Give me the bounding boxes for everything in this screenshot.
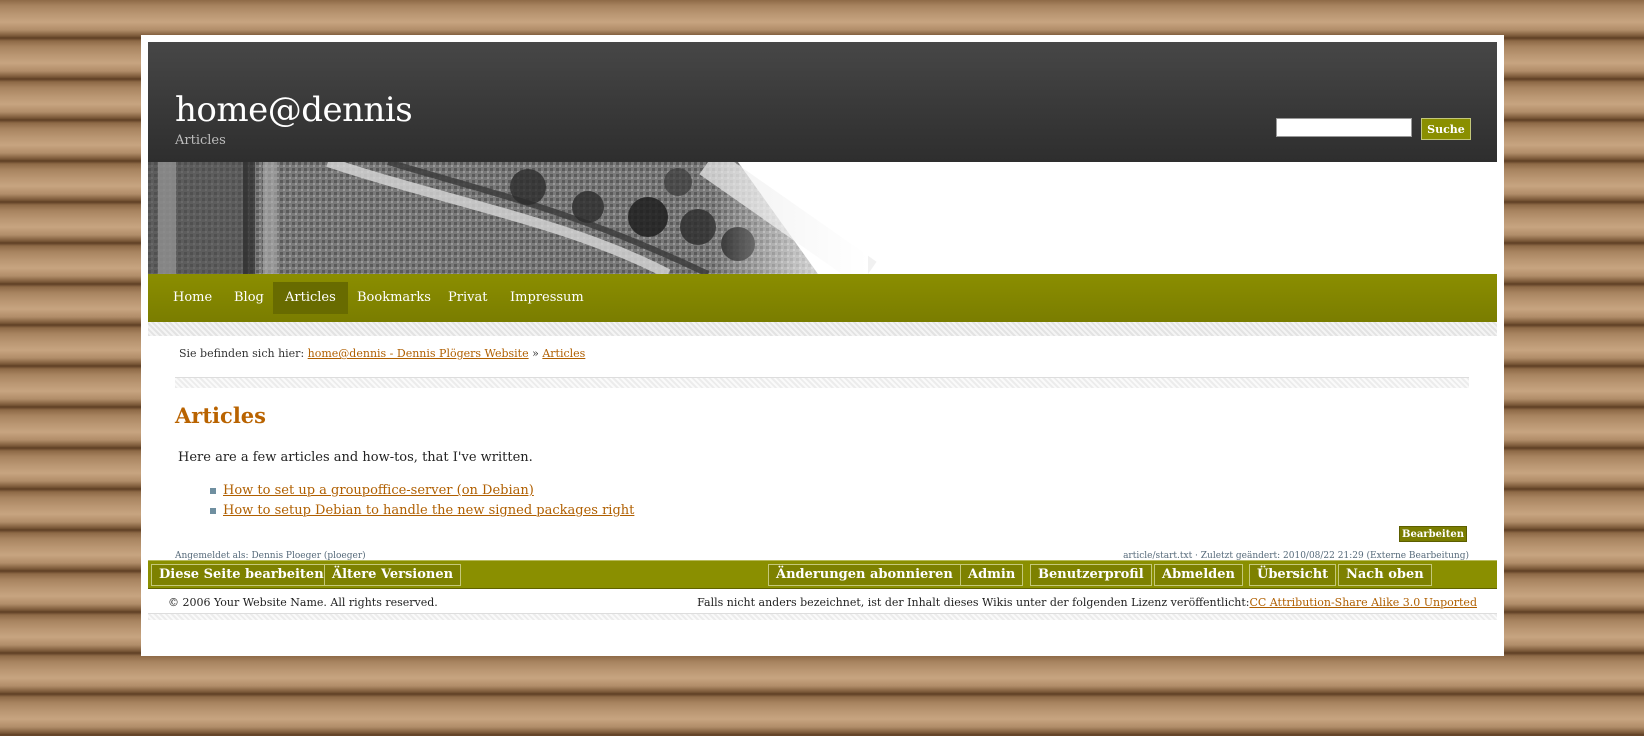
footer-license: Falls nicht anders bezeichnet, ist der I… bbox=[697, 596, 1477, 609]
article-link[interactable]: How to setup Debian to handle the new si… bbox=[223, 503, 634, 518]
profile-button[interactable]: Benutzerprofil bbox=[1030, 564, 1152, 586]
footer-divider bbox=[148, 613, 1497, 620]
breadcrumb-link-home[interactable]: home@dennis - Dennis Plögers Website bbox=[308, 347, 529, 360]
list-item: How to setup Debian to handle the new si… bbox=[207, 501, 634, 521]
nav-item-privat[interactable]: Privat bbox=[436, 282, 499, 314]
page-container: home@dennis Articles Suche Home Blog Art… bbox=[141, 35, 1504, 656]
site-header: home@dennis Articles Suche bbox=[148, 42, 1497, 162]
breadcrumb-link-articles[interactable]: Articles bbox=[542, 347, 585, 360]
old-revisions-button[interactable]: Ältere Versionen bbox=[324, 564, 462, 586]
license-text: Falls nicht anders bezeichnet, ist der I… bbox=[697, 596, 1250, 609]
breadcrumb-separator: » bbox=[532, 347, 539, 360]
site-subtitle: Articles bbox=[175, 133, 226, 148]
edit-page-button[interactable]: Diese Seite bearbeiten bbox=[151, 564, 332, 586]
page-toolbar: Diese Seite bearbeiten Ältere Versionen … bbox=[148, 560, 1497, 589]
breadcrumb-prefix: Sie befinden sich hier: bbox=[179, 347, 305, 360]
nav-item-home[interactable]: Home bbox=[161, 282, 224, 314]
search-input[interactable] bbox=[1276, 118, 1412, 137]
nav-item-articles[interactable]: Articles bbox=[273, 282, 348, 314]
logout-button[interactable]: Abmelden bbox=[1154, 564, 1243, 586]
page-title: Articles bbox=[175, 403, 266, 428]
article-list: How to set up a groupoffice-server (on D… bbox=[207, 481, 634, 521]
footer-copyright: © 2006 Your Website Name. All rights res… bbox=[168, 596, 438, 609]
sitemap-button[interactable]: Übersicht bbox=[1249, 564, 1337, 586]
breadcrumb: Sie befinden sich hier: home@dennis - De… bbox=[179, 347, 585, 360]
subscribe-button[interactable]: Änderungen abonnieren bbox=[768, 564, 961, 586]
back-to-top-button[interactable]: Nach oben bbox=[1338, 564, 1432, 586]
bullet-icon bbox=[210, 508, 216, 514]
bullet-icon bbox=[210, 488, 216, 494]
list-item: How to set up a groupoffice-server (on D… bbox=[207, 481, 634, 501]
breadcrumb-divider bbox=[175, 377, 1469, 388]
nav-divider bbox=[148, 322, 1497, 336]
admin-button[interactable]: Admin bbox=[960, 564, 1024, 586]
edit-section-button[interactable]: Bearbeiten bbox=[1399, 526, 1467, 542]
header-banner-image bbox=[148, 162, 1497, 274]
license-link[interactable]: CC Attribution-Share Alike 3.0 Unported bbox=[1249, 596, 1477, 609]
search-button[interactable]: Suche bbox=[1421, 118, 1471, 140]
nav-item-blog[interactable]: Blog bbox=[222, 282, 276, 314]
article-link[interactable]: How to set up a groupoffice-server (on D… bbox=[223, 483, 534, 498]
nav-item-impressum[interactable]: Impressum bbox=[498, 282, 596, 314]
main-navigation: Home Blog Articles Bookmarks Privat Impr… bbox=[148, 274, 1497, 322]
site-title[interactable]: home@dennis bbox=[175, 90, 413, 130]
intro-text: Here are a few articles and how-tos, tha… bbox=[178, 450, 533, 465]
nav-item-bookmarks[interactable]: Bookmarks bbox=[345, 282, 443, 314]
